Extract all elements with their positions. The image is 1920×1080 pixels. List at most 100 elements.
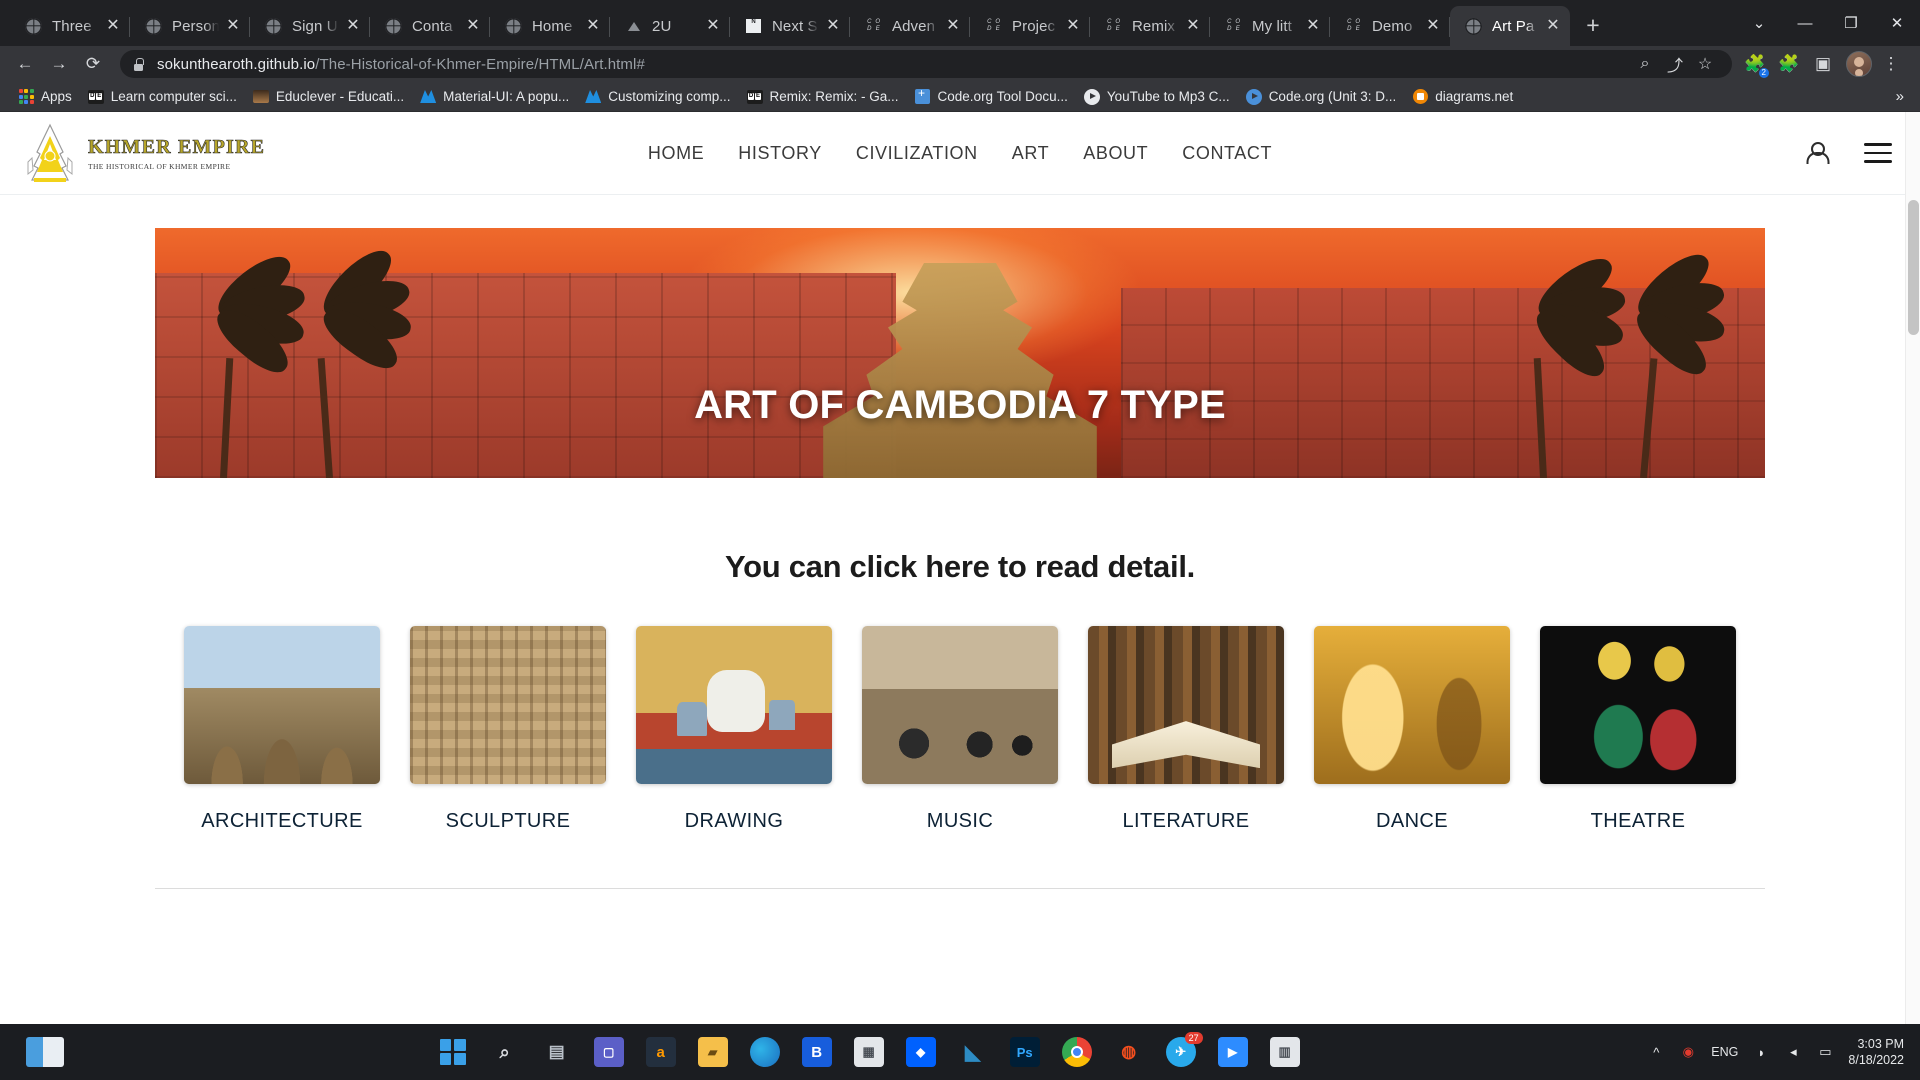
hamburger-menu-icon[interactable] (1864, 143, 1892, 163)
tab-close-icon[interactable]: ✕ (1304, 17, 1322, 35)
art-card-music[interactable]: MUSIC (862, 626, 1058, 833)
page-scrollbar[interactable] (1905, 112, 1920, 1024)
edge-button[interactable] (749, 1037, 780, 1067)
tab-close-icon[interactable]: ✕ (1064, 17, 1082, 35)
tab-close-icon[interactable]: ✕ (584, 17, 602, 35)
bookmark-item[interactable]: YouTube to Mp3 C... (1076, 86, 1238, 108)
browser-tab[interactable]: Three ✕ (10, 6, 130, 46)
bookmarks-overflow-button[interactable]: » (1896, 88, 1910, 105)
browser-tab[interactable]: Conta ✕ (370, 6, 490, 46)
bookmark-item[interactable]: DE Learn computer sci... (80, 86, 245, 108)
tab-close-icon[interactable]: ✕ (1544, 17, 1562, 35)
art-card-theatre[interactable]: THEATRE (1540, 626, 1736, 833)
calendar-button[interactable]: ▥ (1269, 1037, 1300, 1067)
bookmark-item[interactable]: DE Remix: Remix: - Ga... (739, 86, 907, 108)
search-button[interactable]: ⌕ (490, 1037, 520, 1067)
search-icon[interactable]: ⌕ (1630, 49, 1660, 79)
widgets-icon[interactable] (26, 1037, 64, 1067)
tab-close-icon[interactable]: ✕ (944, 17, 962, 35)
browser-tab[interactable]: CODE My litt ✕ (1210, 6, 1330, 46)
nav-item-civilization[interactable]: CIVILIZATION (856, 143, 978, 164)
browser-tab-active[interactable]: Art Pa ✕ (1450, 6, 1570, 46)
art-card-dance[interactable]: DANCE (1314, 626, 1510, 833)
bookmark-item[interactable]: Code.org Tool Docu... (907, 86, 1076, 108)
browser-tab[interactable]: Home ✕ (490, 6, 610, 46)
share-icon[interactable]: ⤴ (1660, 49, 1690, 79)
bookmark-item[interactable]: diagrams.net (1404, 86, 1521, 108)
volume-mute-icon[interactable]: ◂ (1784, 1043, 1802, 1061)
teams-button[interactable]: ▢ (593, 1037, 624, 1067)
bitwarden-button[interactable]: B (801, 1037, 832, 1067)
browser-tab[interactable]: CODE Adven ✕ (850, 6, 970, 46)
tab-search-icon[interactable]: ⌄ (1736, 3, 1782, 43)
star-icon[interactable]: ☆ (1690, 49, 1720, 79)
microsoft-store-button[interactable]: ▦ (853, 1037, 884, 1067)
tray-chevron-icon[interactable]: ^ (1647, 1043, 1665, 1061)
reload-button[interactable]: ⟳ (78, 49, 108, 79)
tab-close-icon[interactable]: ✕ (1184, 17, 1202, 35)
bookmark-apps[interactable]: Apps (10, 86, 80, 108)
tab-close-icon[interactable]: ✕ (464, 17, 482, 35)
profile-avatar[interactable] (1846, 51, 1872, 77)
amazon-button[interactable]: a (645, 1037, 676, 1067)
tab-close-icon[interactable]: ✕ (104, 17, 122, 35)
file-explorer-button[interactable]: ▰ (697, 1037, 728, 1067)
bookmark-item[interactable]: Educlever - Educati... (245, 86, 412, 108)
dropbox-button[interactable]: ◆ (905, 1037, 936, 1067)
bookmark-item[interactable]: Code.org (Unit 3: D... (1238, 86, 1405, 108)
kebab-menu-icon[interactable]: ⋮ (1876, 49, 1906, 79)
card-thumbnail[interactable] (184, 626, 380, 784)
address-bar[interactable]: sokunthearoth.github.io/The-Historical-o… (120, 50, 1732, 78)
bookmark-item[interactable]: Customizing comp... (577, 86, 738, 108)
browser-tab[interactable]: CODE Remix ✕ (1090, 6, 1210, 46)
puzzle-icon[interactable]: 🧩 (1774, 49, 1804, 79)
vscode-button[interactable]: ◣ (958, 1037, 988, 1067)
card-thumbnail[interactable] (410, 626, 606, 784)
nav-item-about[interactable]: ABOUT (1083, 143, 1148, 164)
sidepanel-icon[interactable]: ▣ (1808, 49, 1838, 79)
tab-close-icon[interactable]: ✕ (704, 17, 722, 35)
new-tab-button[interactable]: + (1576, 9, 1610, 43)
back-button[interactable]: ← (10, 49, 40, 79)
telegram-button[interactable]: ✈ 27 (1165, 1032, 1203, 1067)
nav-item-contact[interactable]: CONTACT (1182, 143, 1272, 164)
zoom-button[interactable]: ▶ (1217, 1037, 1248, 1067)
browser-tab[interactable]: Person ✕ (130, 6, 250, 46)
browser-tab[interactable]: N Next S ✕ (730, 6, 850, 46)
nav-item-history[interactable]: HISTORY (738, 143, 822, 164)
card-thumbnail[interactable] (1540, 626, 1736, 784)
start-button[interactable] (438, 1037, 468, 1067)
tab-close-icon[interactable]: ✕ (824, 17, 842, 35)
notification-mute-icon[interactable]: ◉ (1679, 1043, 1697, 1061)
art-card-sculpture[interactable]: SCULPTURE (410, 626, 606, 833)
tab-close-icon[interactable]: ✕ (1424, 17, 1442, 35)
photoshop-button[interactable]: Ps (1009, 1037, 1040, 1067)
tab-close-icon[interactable]: ✕ (224, 17, 242, 35)
nav-item-art[interactable]: ART (1012, 143, 1049, 164)
art-card-literature[interactable]: LITERATURE (1088, 626, 1284, 833)
extension-icon[interactable]: 🧩 2 (1740, 49, 1770, 79)
browser-tab[interactable]: CODE Projec ✕ (970, 6, 1090, 46)
close-window-button[interactable]: ✕ (1874, 3, 1920, 43)
maximize-button[interactable]: ❐ (1828, 3, 1874, 43)
minimize-button[interactable]: — (1782, 3, 1828, 43)
tab-close-icon[interactable]: ✕ (344, 17, 362, 35)
forward-button[interactable]: → (44, 49, 74, 79)
wifi-icon[interactable]: ◗ (1752, 1043, 1770, 1061)
site-brand[interactable]: KHMER EMPIRE THE HISTORICAL OF KHMER EMP… (22, 122, 265, 184)
scrollbar-thumb[interactable] (1908, 200, 1919, 335)
language-indicator[interactable]: ENG (1711, 1045, 1738, 1059)
card-thumbnail[interactable] (1088, 626, 1284, 784)
nav-item-home[interactable]: HOME (648, 143, 704, 164)
browser-tab[interactable]: 2U ✕ (610, 6, 730, 46)
bookmark-item[interactable]: Material-UI: A popu... (412, 86, 577, 108)
browser-tab[interactable]: CODE Demo ✕ (1330, 6, 1450, 46)
card-thumbnail[interactable] (862, 626, 1058, 784)
art-card-drawing[interactable]: DRAWING (636, 626, 832, 833)
task-view-button[interactable]: ▤ (542, 1037, 572, 1067)
card-thumbnail[interactable] (636, 626, 832, 784)
figma-button[interactable]: ◍ (1114, 1037, 1144, 1067)
chrome-button[interactable] (1061, 1037, 1092, 1067)
battery-icon[interactable]: ▭ (1816, 1043, 1834, 1061)
card-thumbnail[interactable] (1314, 626, 1510, 784)
